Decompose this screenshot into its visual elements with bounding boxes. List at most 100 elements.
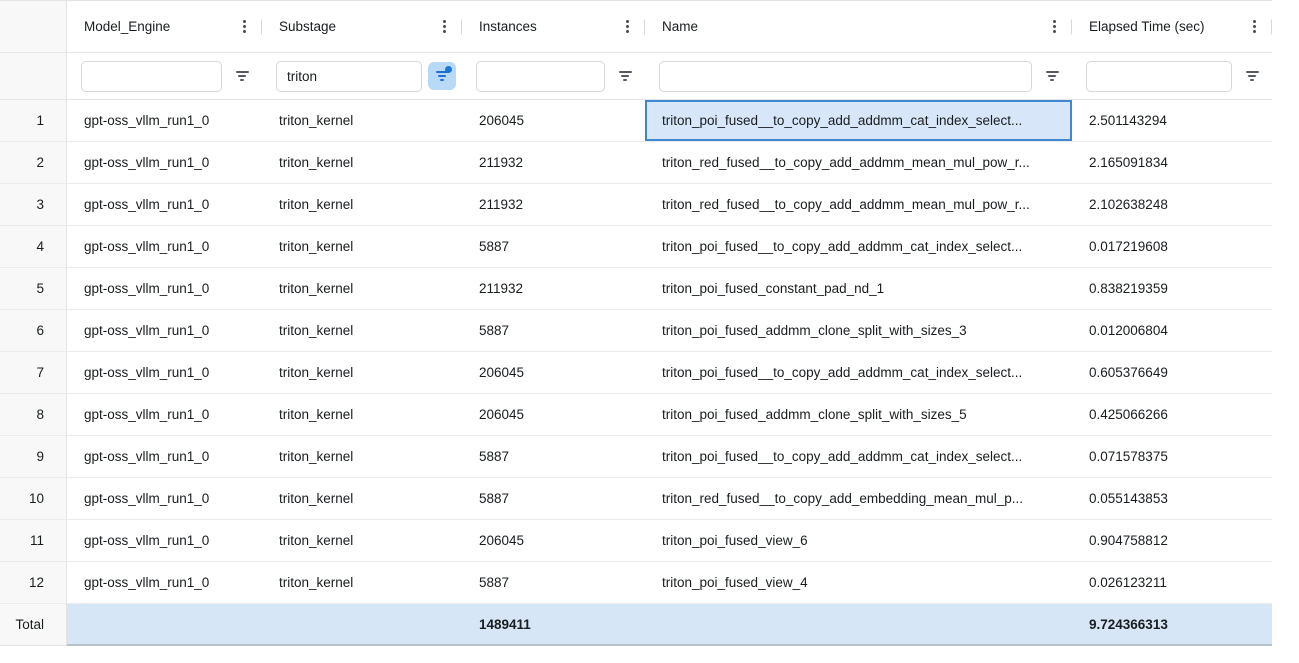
cell-elapsed-time[interactable]: 0.017219608	[1072, 226, 1272, 267]
total-model-engine	[67, 604, 262, 644]
column-header-elapsed-time[interactable]: Elapsed Time (sec)	[1072, 1, 1272, 52]
cell-model-engine[interactable]: gpt-oss_vllm_run1_0	[67, 268, 262, 309]
cell-substage[interactable]: triton_kernel	[262, 478, 462, 519]
cell-substage[interactable]: triton_kernel	[262, 184, 462, 225]
filter-input-instances[interactable]	[476, 61, 605, 92]
cell-name[interactable]: triton_red_fused__to_copy_add_addmm_mean…	[645, 184, 1072, 225]
filter-button-elapsed-time[interactable]	[1232, 71, 1272, 81]
cell-instances[interactable]: 5887	[462, 226, 645, 267]
cell-elapsed-time[interactable]: 2.165091834	[1072, 142, 1272, 183]
column-header-substage[interactable]: Substage	[262, 1, 462, 52]
cell-substage[interactable]: triton_kernel	[262, 352, 462, 393]
filter-input-model-engine[interactable]	[81, 61, 222, 92]
cell-elapsed-time[interactable]: 0.026123211	[1072, 562, 1272, 603]
filter-cell-substage	[262, 53, 462, 99]
column-label: Name	[662, 19, 698, 34]
column-header-instances[interactable]: Instances	[462, 1, 645, 52]
cell-elapsed-time[interactable]: 0.071578375	[1072, 436, 1272, 477]
cell-model-engine[interactable]: gpt-oss_vllm_run1_0	[67, 520, 262, 561]
cell-instances[interactable]: 206045	[462, 352, 645, 393]
filter-button-model-engine[interactable]	[222, 71, 262, 81]
cell-name[interactable]: triton_red_fused__to_copy_add_addmm_mean…	[645, 142, 1072, 183]
column-header-name[interactable]: Name	[645, 1, 1072, 52]
cell-instances[interactable]: 211932	[462, 268, 645, 309]
cell-elapsed-time[interactable]: 0.012006804	[1072, 310, 1272, 351]
filter-button-name[interactable]	[1032, 71, 1072, 81]
row-number: 2	[0, 142, 67, 183]
cell-model-engine[interactable]: gpt-oss_vllm_run1_0	[67, 184, 262, 225]
total-name	[645, 604, 1072, 644]
column-header-model-engine[interactable]: Model_Engine	[67, 1, 262, 52]
filter-button-instances[interactable]	[605, 71, 645, 81]
cell-elapsed-time[interactable]: 0.055143853	[1072, 478, 1272, 519]
cell-elapsed-time[interactable]: 0.838219359	[1072, 268, 1272, 309]
cell-instances[interactable]: 5887	[462, 478, 645, 519]
cell-model-engine[interactable]: gpt-oss_vllm_run1_0	[67, 394, 262, 435]
cell-name[interactable]: triton_poi_fused__to_copy_add_addmm_cat_…	[645, 436, 1072, 477]
cell-model-engine[interactable]: gpt-oss_vllm_run1_0	[67, 562, 262, 603]
cell-substage[interactable]: triton_kernel	[262, 268, 462, 309]
active-filter-button-substage[interactable]	[428, 62, 456, 90]
total-row: Total 1489411 9.724366313	[0, 604, 1272, 646]
cell-model-engine[interactable]: gpt-oss_vllm_run1_0	[67, 478, 262, 519]
column-menu-icon[interactable]	[1250, 17, 1259, 36]
cell-model-engine[interactable]: gpt-oss_vllm_run1_0	[67, 100, 262, 141]
cell-substage[interactable]: triton_kernel	[262, 562, 462, 603]
header-row: Model_Engine Substage Instances Name Ela…	[0, 1, 1272, 53]
column-menu-icon[interactable]	[623, 17, 632, 36]
filter-input-elapsed-time[interactable]	[1086, 61, 1232, 92]
table-row: 7 gpt-oss_vllm_run1_0 triton_kernel 2060…	[0, 352, 1272, 394]
total-elapsed-time: 9.724366313	[1072, 604, 1272, 644]
table-row: 12 gpt-oss_vllm_run1_0 triton_kernel 588…	[0, 562, 1272, 604]
cell-model-engine[interactable]: gpt-oss_vllm_run1_0	[67, 142, 262, 183]
column-menu-icon[interactable]	[440, 17, 449, 36]
cell-model-engine[interactable]: gpt-oss_vllm_run1_0	[67, 310, 262, 351]
cell-name[interactable]: triton_poi_fused_view_4	[645, 562, 1072, 603]
cell-instances[interactable]: 206045	[462, 100, 645, 141]
cell-name[interactable]: triton_poi_fused_view_6	[645, 520, 1072, 561]
grid-content: Model_Engine Substage Instances Name Ela…	[0, 0, 1272, 646]
cell-instances[interactable]: 5887	[462, 562, 645, 603]
cell-elapsed-time[interactable]: 0.425066266	[1072, 394, 1272, 435]
cell-elapsed-time[interactable]: 0.904758812	[1072, 520, 1272, 561]
cell-elapsed-time[interactable]: 0.605376649	[1072, 352, 1272, 393]
cell-model-engine[interactable]: gpt-oss_vllm_run1_0	[67, 226, 262, 267]
row-number: 3	[0, 184, 67, 225]
column-menu-icon[interactable]	[1050, 17, 1059, 36]
cell-name[interactable]: triton_red_fused__to_copy_add_embedding_…	[645, 478, 1072, 519]
filter-active-dot	[445, 66, 452, 73]
cell-instances[interactable]: 5887	[462, 436, 645, 477]
cell-substage[interactable]: triton_kernel	[262, 310, 462, 351]
cell-instances[interactable]: 206045	[462, 394, 645, 435]
cell-substage[interactable]: triton_kernel	[262, 394, 462, 435]
row-number: 7	[0, 352, 67, 393]
row-number: 9	[0, 436, 67, 477]
cell-model-engine[interactable]: gpt-oss_vllm_run1_0	[67, 436, 262, 477]
cell-instances[interactable]: 211932	[462, 142, 645, 183]
cell-instances[interactable]: 5887	[462, 310, 645, 351]
cell-substage[interactable]: triton_kernel	[262, 436, 462, 477]
column-menu-icon[interactable]	[240, 17, 249, 36]
cell-instances[interactable]: 206045	[462, 520, 645, 561]
cell-substage[interactable]: triton_kernel	[262, 142, 462, 183]
cell-elapsed-time[interactable]: 2.501143294	[1072, 100, 1272, 141]
table-row: 4 gpt-oss_vllm_run1_0 triton_kernel 5887…	[0, 226, 1272, 268]
header-gutter	[0, 1, 67, 52]
cell-substage[interactable]: triton_kernel	[262, 520, 462, 561]
filter-input-name[interactable]	[659, 61, 1032, 92]
cell-elapsed-time[interactable]: 2.102638248	[1072, 184, 1272, 225]
cell-name[interactable]: triton_poi_fused__to_copy_add_addmm_cat_…	[645, 352, 1072, 393]
cell-instances[interactable]: 211932	[462, 184, 645, 225]
row-number: 1	[0, 100, 67, 141]
row-number: 10	[0, 478, 67, 519]
cell-name[interactable]: triton_poi_fused_addmm_clone_split_with_…	[645, 310, 1072, 351]
selected-cell[interactable]: triton_poi_fused__to_copy_add_addmm_cat_…	[645, 100, 1072, 141]
cell-name[interactable]: triton_poi_fused_constant_pad_nd_1	[645, 268, 1072, 309]
cell-substage[interactable]: triton_kernel	[262, 226, 462, 267]
table-row: 6 gpt-oss_vllm_run1_0 triton_kernel 5887…	[0, 310, 1272, 352]
cell-substage[interactable]: triton_kernel	[262, 100, 462, 141]
filter-input-substage[interactable]	[276, 61, 422, 92]
cell-name[interactable]: triton_poi_fused__to_copy_add_addmm_cat_…	[645, 226, 1072, 267]
cell-model-engine[interactable]: gpt-oss_vllm_run1_0	[67, 352, 262, 393]
cell-name[interactable]: triton_poi_fused_addmm_clone_split_with_…	[645, 394, 1072, 435]
